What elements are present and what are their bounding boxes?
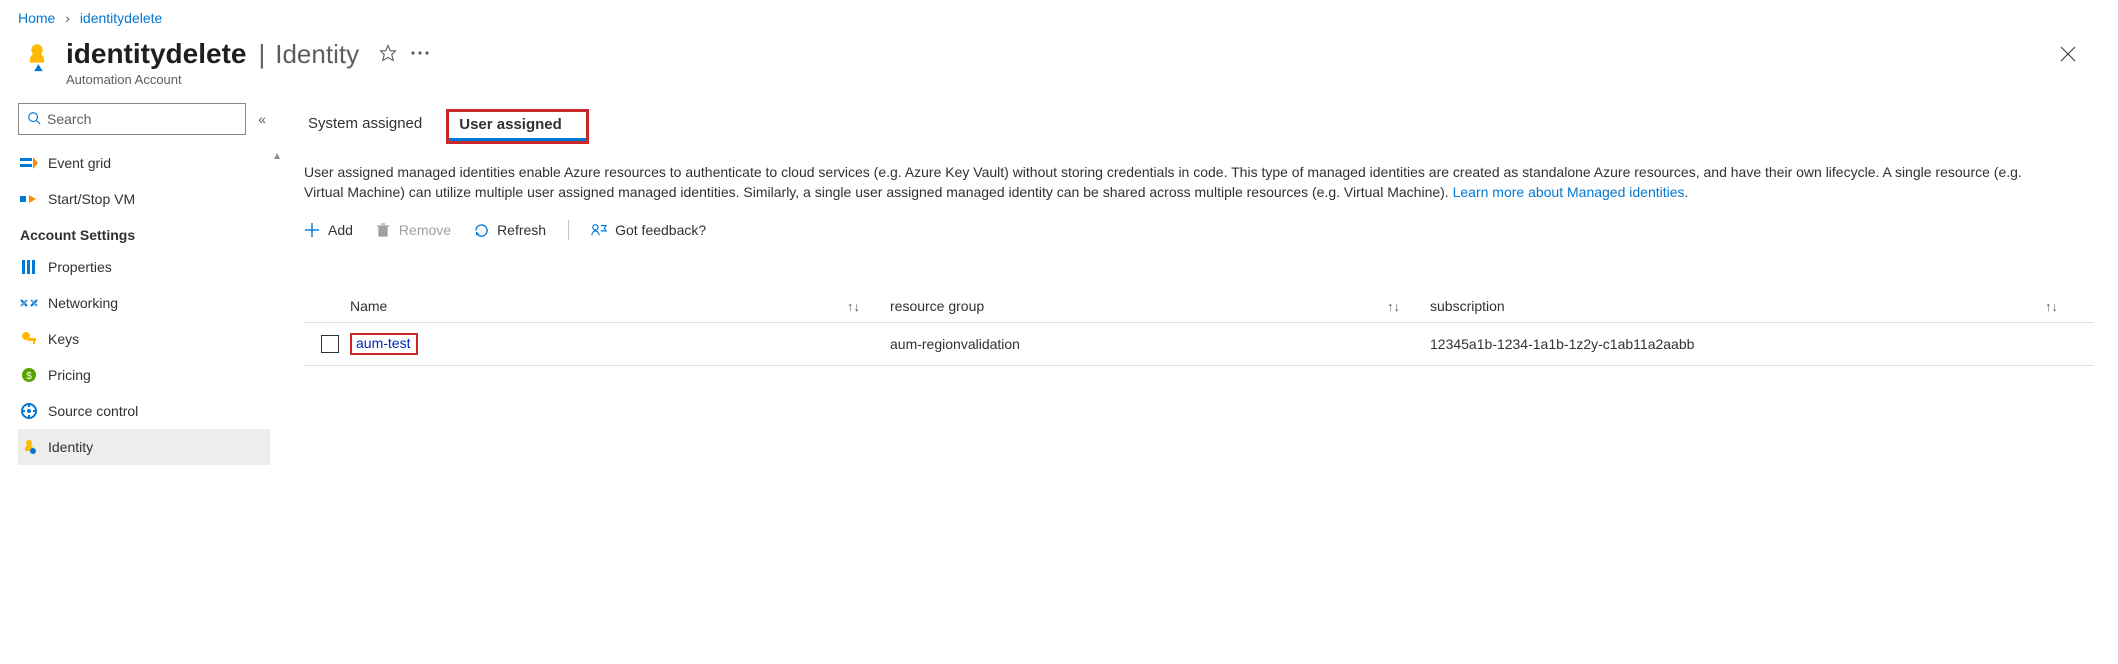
identity-table: Name ↑↓ resource group ↑↓ subscription ↑… [304,290,2094,366]
sort-icon[interactable]: ↑↓ [2045,299,2058,314]
add-button[interactable]: Add [304,222,353,238]
breadcrumb-current[interactable]: identitydelete [80,10,163,26]
feedback-button[interactable]: Got feedback? [591,222,706,238]
refresh-button[interactable]: Refresh [473,222,546,238]
page-title-block: identitydelete | Identity Automation Acc… [66,38,359,87]
cell-subscription: 12345a1b-1234-1a1b-1z2y-c1ab11a2aabb [1430,336,1694,352]
sidebar-item-pricing[interactable]: $ Pricing [18,357,270,393]
svg-text:$: $ [26,371,32,382]
tab-system-assigned[interactable]: System assigned [304,109,426,144]
sort-icon[interactable]: ↑↓ [847,299,860,314]
breadcrumb: Home › identitydelete [0,0,2118,34]
col-header-sub[interactable]: subscription [1430,298,1505,314]
description-text: User assigned managed identities enable … [304,162,2064,202]
scroll-up-icon[interactable]: ▲ [272,151,282,162]
source-control-icon [20,402,38,420]
sidebar-item-label: Identity [48,439,268,455]
sidebar-item-label: Source control [48,403,268,419]
pricing-icon: $ [20,366,38,384]
cell-resource-group: aum-regionvalidation [890,336,1020,352]
sidebar-item-identity[interactable]: Identity [18,429,270,465]
resource-type-label: Automation Account [66,72,359,87]
main-content: System assigned User assigned User assig… [280,103,2118,366]
sidebar-item-event-grid[interactable]: Event grid [18,145,270,181]
sort-icon[interactable]: ↑↓ [1387,299,1400,314]
properties-icon [20,258,38,276]
event-grid-icon [20,154,38,172]
sidebar-item-label: Event grid [48,155,268,171]
page-title-section: Identity [275,39,359,70]
table-row[interactable]: aum-test aum-regionvalidation 12345a1b-1… [304,323,2094,366]
sidebar-section-account-settings: Account Settings [18,217,270,249]
identity-icon [20,438,38,456]
col-header-rg[interactable]: resource group [890,298,984,314]
more-icon[interactable] [411,50,429,56]
feedback-icon [591,222,607,238]
sidebar-item-label: Start/Stop VM [48,191,268,207]
period: . [1685,184,1689,200]
automation-account-icon [18,38,56,76]
identity-name-link[interactable]: aum-test [350,333,418,355]
sidebar-item-label: Pricing [48,367,268,383]
page-title: identitydelete [66,38,246,70]
search-icon [27,111,41,128]
tab-user-assigned[interactable]: User assigned [446,109,589,144]
sidebar-item-properties[interactable]: Properties [18,249,270,285]
start-stop-vm-icon [20,190,38,208]
col-header-name[interactable]: Name [350,298,387,314]
row-checkbox[interactable] [321,335,339,353]
keys-icon [20,330,38,348]
plus-icon [304,222,320,238]
close-icon[interactable] [2060,46,2076,62]
learn-more-link[interactable]: Learn more about Managed identities [1453,184,1685,200]
toolbar: Add Remove Refresh [304,220,2094,250]
remove-button[interactable]: Remove [375,222,451,238]
sidebar-item-label: Properties [48,259,268,275]
sidebar: « ▲ Event grid Start/Stop VM Account Set… [0,103,280,465]
sidebar-item-source-control[interactable]: Source control [18,393,270,429]
sidebar-search[interactable] [18,103,246,135]
add-label: Add [328,222,353,238]
description-body: User assigned managed identities enable … [304,164,2022,200]
sidebar-item-label: Networking [48,295,268,311]
collapse-sidebar-icon[interactable]: « [254,107,270,131]
remove-label: Remove [399,222,451,238]
sidebar-item-start-stop-vm[interactable]: Start/Stop VM [18,181,270,217]
favorite-icon[interactable] [379,44,397,62]
feedback-label: Got feedback? [615,222,706,238]
sidebar-item-networking[interactable]: Networking [18,285,270,321]
table-header: Name ↑↓ resource group ↑↓ subscription ↑… [304,290,2094,323]
sidebar-item-label: Keys [48,331,268,347]
refresh-icon [473,222,489,238]
title-separator: | [258,39,265,70]
tabs: System assigned User assigned [304,109,2094,144]
networking-icon [20,294,38,312]
toolbar-divider [568,220,569,240]
trash-icon [375,222,391,238]
refresh-label: Refresh [497,222,546,238]
sidebar-item-keys[interactable]: Keys [18,321,270,357]
search-input[interactable] [47,111,237,127]
chevron-right-icon: › [65,10,70,26]
breadcrumb-home[interactable]: Home [18,10,55,26]
